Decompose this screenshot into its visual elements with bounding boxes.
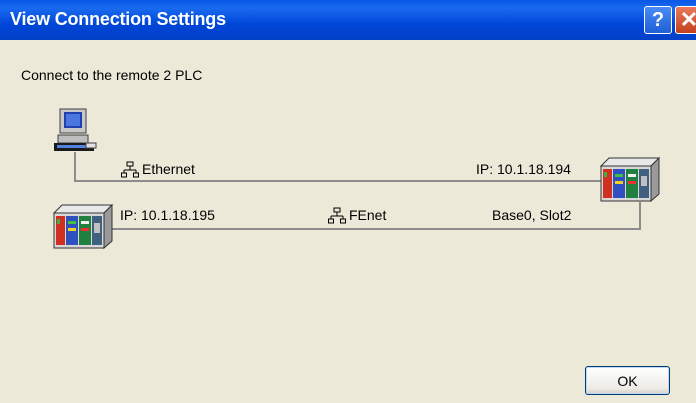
- pc-computer-icon: [54, 108, 97, 151]
- ethernet-wire-horizontal: [74, 180, 602, 182]
- ok-button[interactable]: OK: [585, 366, 670, 395]
- help-button[interactable]: ?: [644, 6, 672, 34]
- close-button[interactable]: ✕: [675, 6, 696, 34]
- remote-ip-label: IP: 10.1.18.194: [476, 161, 571, 177]
- slot-label: Base0, Slot2: [492, 207, 572, 223]
- dialog-content: Connect to the remote 2 PLC Ethernet IP:…: [0, 40, 696, 403]
- network-icon: [121, 161, 139, 178]
- close-icon: ✕: [679, 7, 696, 32]
- title-bar[interactable]: View Connection Settings ? ✕: [0, 0, 696, 40]
- local-ip-label: IP: 10.1.18.195: [120, 207, 215, 223]
- fenet-wire-vertical: [639, 202, 641, 230]
- ethernet-wire-vertical: [74, 152, 76, 182]
- ethernet-label: Ethernet: [142, 161, 195, 177]
- help-icon: ?: [651, 9, 665, 31]
- plc-icon[interactable]: [597, 156, 661, 202]
- window-title: View Connection Settings: [10, 9, 226, 29]
- dialog-window: View Connection Settings ? ✕ Connect to …: [0, 0, 696, 403]
- connection-heading: Connect to the remote 2 PLC: [21, 67, 203, 83]
- network-icon: [328, 207, 346, 224]
- fenet-wire-horizontal: [105, 228, 641, 230]
- fenet-label: FEnet: [349, 207, 387, 223]
- local-plc-icon[interactable]: [50, 203, 114, 249]
